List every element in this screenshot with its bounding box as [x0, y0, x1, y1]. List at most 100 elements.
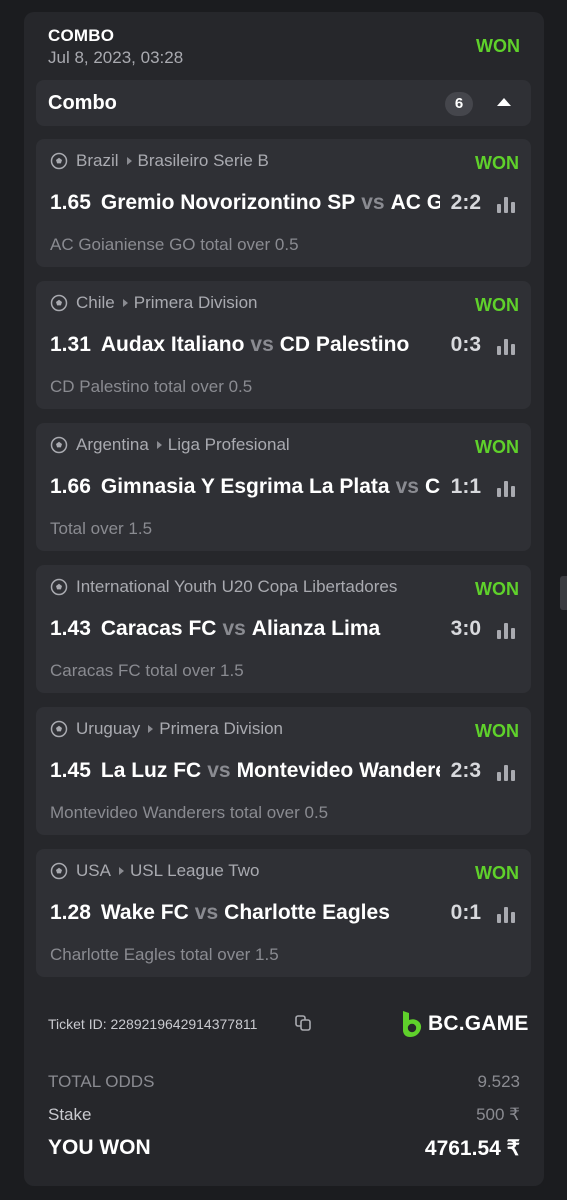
match-line: 1.45 La Luz FCvsMontevideo Wanderers [50, 759, 440, 783]
country-name: USA [76, 861, 111, 880]
chevron-right-icon [148, 725, 154, 733]
vs-separator: vs [361, 191, 385, 214]
soccer-ball-icon [50, 436, 68, 454]
market-description: Charlotte Eagles total over 1.5 [50, 945, 279, 964]
selection-status-badge: WON [475, 721, 519, 741]
away-team: Charlotte Eagles [224, 901, 390, 924]
league-breadcrumb: Uruguay Primera Division [50, 719, 460, 741]
caret-up-icon[interactable] [497, 98, 511, 106]
home-team: Wake FC [100, 901, 189, 924]
ticket-id: Ticket ID: 2289219642914377811 [48, 1016, 258, 1032]
match-score: 0:1 [450, 901, 481, 924]
match-score: 3:0 [450, 617, 481, 640]
stats-icon[interactable] [497, 479, 517, 497]
away-team: Montevideo Wanderers [236, 759, 440, 782]
league-breadcrumb: Argentina Liga Profesional [50, 435, 460, 457]
stake-value: 500 ₹ [476, 1105, 520, 1124]
match-line: 1.65 Gremio Novorizontino SPvsAC Goianien… [50, 191, 440, 215]
market-description: Montevideo Wanderers total over 0.5 [50, 803, 329, 822]
league-breadcrumb: USA USL League Two [50, 861, 460, 883]
selection-status-badge: WON [475, 579, 519, 599]
match-line: 1.28 Wake FC vs Charlotte Eagles [50, 901, 440, 925]
selection-odds: 1.28 [50, 901, 91, 924]
league-breadcrumb: International Youth U20 Copa Libertadore… [50, 577, 460, 599]
bet-selection[interactable]: Brazil Brasileiro Serie B WON 1.65 Gremio No… [36, 139, 531, 267]
bet-selection[interactable]: Chile Primera Division WON 1.31 Audax Italia… [36, 281, 531, 409]
soccer-ball-icon [50, 720, 68, 738]
home-team: La Luz FC [100, 759, 202, 782]
selection-odds: 1.31 [50, 333, 91, 356]
scrollbar-handle[interactable] [560, 576, 567, 610]
country-name: Argentina [76, 435, 149, 454]
stats-icon[interactable] [497, 337, 517, 355]
soccer-ball-icon [50, 862, 68, 880]
bet-ticket-card: COMBO Jul 8, 2023, 03:28 WON Combo 6 Bra… [24, 12, 544, 1186]
match-line: 1.43 Caracas FC vs Alianza Lima [50, 617, 440, 641]
market-description: Total over 1.5 [50, 519, 153, 538]
total-odds-label: TOTAL ODDS [48, 1072, 155, 1091]
home-team: Gimnasia Y Esgrima La Plata [100, 475, 390, 498]
match-score: 0:3 [450, 333, 481, 356]
total-odds-value: 9.523 [477, 1072, 520, 1091]
selection-odds: 1.45 [50, 759, 91, 782]
country-name: Chile [76, 293, 115, 312]
selection-odds: 1.43 [50, 617, 91, 640]
home-team: Caracas FC [100, 617, 217, 640]
away-team: Alianza Lima [251, 617, 381, 640]
bet-selection[interactable]: Argentina Liga Profesional WON 1.66 Gimnasia… [36, 423, 531, 551]
country-name: Uruguay [76, 719, 141, 738]
selection-status-badge: WON [475, 863, 519, 883]
country-name: International Youth U20 Copa Libertadore… [76, 577, 398, 596]
bet-selection[interactable]: International Youth U20 Copa Libertadore… [36, 565, 531, 693]
bet-date: Jul 8, 2023, 03:28 [48, 48, 184, 67]
selection-status-badge: WON [475, 153, 519, 173]
match-score: 2:3 [450, 759, 481, 782]
copy-icon[interactable] [294, 1014, 312, 1032]
league-name: Primera Division [159, 719, 284, 738]
chevron-right-icon [118, 867, 124, 875]
match-line: 1.31 Audax Italiano vs CD Palestino [50, 333, 440, 357]
home-team: Gremio Novorizontino SP [100, 191, 356, 214]
soccer-ball-icon [50, 578, 68, 596]
market-description: AC Goianiense GO total over 0.5 [50, 235, 299, 254]
league-name: Primera Division [133, 293, 258, 312]
away-team: CA [424, 475, 440, 498]
combo-title: Combo [48, 92, 117, 114]
selection-odds: 1.65 [50, 191, 91, 214]
stake-label: Stake [48, 1105, 92, 1124]
bc-game-logo: BC.GAME [400, 1010, 528, 1038]
away-team: AC Goianiense GO [390, 191, 440, 214]
stats-icon[interactable] [497, 621, 517, 639]
bet-selection[interactable]: Uruguay Primera Division WON 1.45 La Luz FC v… [36, 707, 531, 835]
brand-name: BC.GAME [428, 1012, 529, 1035]
market-description: CD Palestino total over 0.5 [50, 377, 253, 396]
country-name: Brazil [76, 151, 119, 170]
chevron-right-icon [122, 299, 128, 307]
soccer-ball-icon [50, 294, 68, 312]
stats-icon[interactable] [497, 195, 517, 213]
bc-game-logo-mark-icon [403, 1011, 422, 1037]
selection-status-badge: WON [475, 437, 519, 457]
stats-icon[interactable] [497, 905, 517, 923]
league-name: Brasileiro Serie B [137, 151, 269, 170]
league-breadcrumb: Brazil Brasileiro Serie B [50, 151, 460, 173]
vs-separator: vs [395, 475, 419, 498]
soccer-ball-icon [50, 152, 68, 170]
you-won-value: 4761.54 ₹ [424, 1137, 520, 1160]
selection-odds: 1.66 [50, 475, 91, 498]
match-score: 2:2 [450, 191, 481, 214]
away-team: CD Palestino [279, 333, 410, 356]
vs-separator: vs [222, 617, 246, 640]
league-breadcrumb: Chile Primera Division [50, 293, 460, 315]
selection-status-badge: WON [475, 295, 519, 315]
vs-separator: vs [194, 901, 219, 924]
ticket-status-badge: WON [476, 36, 520, 56]
chevron-right-icon [126, 157, 132, 165]
combo-toggle[interactable]: Combo 6 [36, 80, 531, 126]
bet-selection[interactable]: USA USL League Two WON 1.28 Wake FC vs Charlot… [36, 849, 531, 977]
vs-separator: vs [250, 333, 274, 356]
selection-count-badge: 6 [445, 92, 473, 116]
stats-icon[interactable] [497, 763, 517, 781]
you-won-label: YOU WON [48, 1136, 151, 1159]
home-team: Audax Italiano [100, 333, 245, 356]
